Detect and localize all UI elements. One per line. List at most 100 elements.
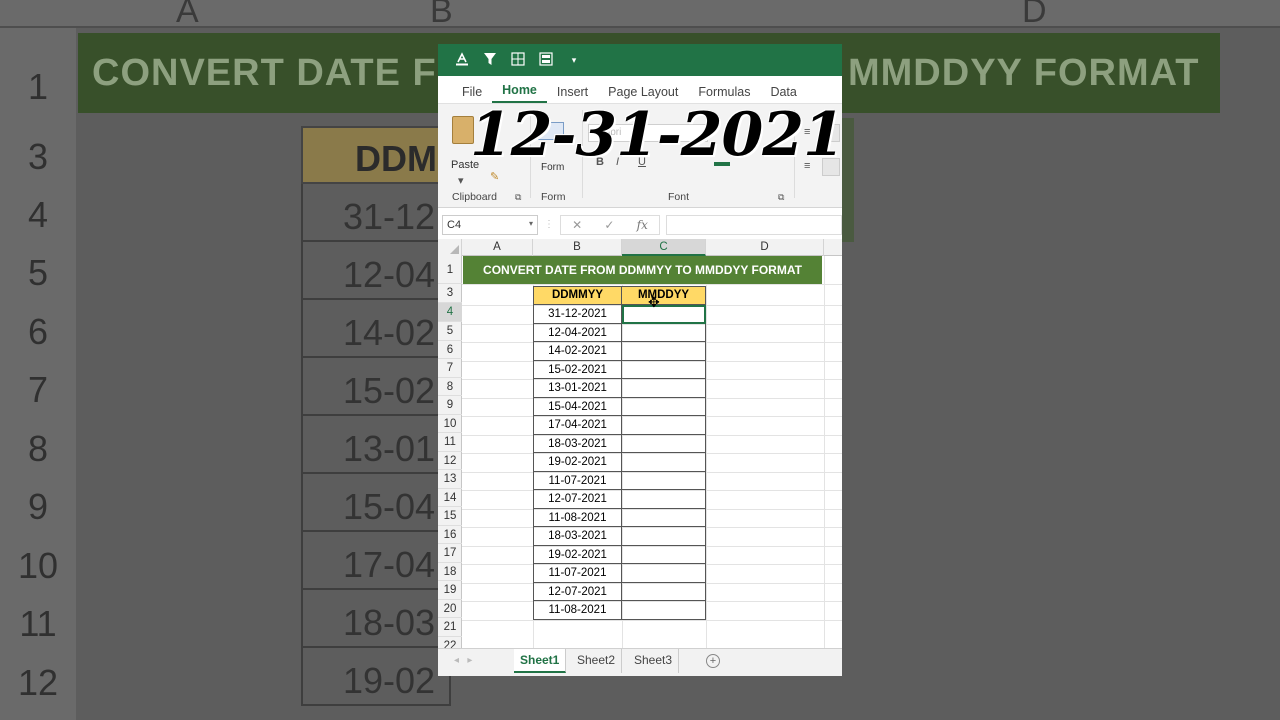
- format-painter-icon[interactable]: ✎: [490, 170, 499, 183]
- add-sheet-icon[interactable]: +: [706, 654, 720, 668]
- row-header[interactable]: 16: [438, 526, 462, 544]
- row-header[interactable]: 3: [438, 284, 462, 303]
- bg-cell: 14-02: [301, 300, 451, 358]
- bg-cell-text: 14-02: [343, 312, 436, 353]
- empty-cell-mmddyy[interactable]: [622, 453, 706, 472]
- date-cell-ddmmyy[interactable]: 19-02-2021: [533, 545, 622, 564]
- date-cell-ddmmyy[interactable]: 11-07-2021: [533, 564, 622, 583]
- date-cell-ddmmyy[interactable]: 11-08-2021: [533, 508, 622, 527]
- group-label-clipboard: Clipboard: [452, 191, 497, 203]
- row-header[interactable]: 15: [438, 507, 462, 526]
- filter-icon[interactable]: [482, 52, 498, 69]
- borders-icon[interactable]: [510, 51, 526, 69]
- bg-cell-text: 17-04: [343, 544, 436, 585]
- empty-cell-mmddyy[interactable]: [622, 379, 706, 398]
- column-header-d[interactable]: D: [706, 239, 824, 256]
- row-header[interactable]: 8: [438, 378, 462, 396]
- empty-cell-mmddyy[interactable]: [622, 601, 706, 620]
- text-color-icon[interactable]: [454, 51, 470, 69]
- empty-cell-mmddyy[interactable]: [622, 545, 706, 564]
- bg-cell-text: 15-02: [343, 370, 436, 411]
- header-cell-mmddyy[interactable]: MMDDYY: [621, 286, 706, 305]
- bg-cell: 13-01: [301, 416, 451, 474]
- row-header[interactable]: 4: [438, 303, 462, 322]
- empty-cell-mmddyy[interactable]: [622, 471, 706, 490]
- row-header-bar: 1 3 4 5 6 7 8 9 10 11 12 13 14 15 16 17 …: [438, 256, 462, 652]
- sheet-title-cell[interactable]: CONVERT DATE FROM DDMMYY TO MMDDYY FORMA…: [463, 256, 822, 284]
- date-cell-ddmmyy[interactable]: 12-07-2021: [533, 582, 622, 601]
- bg-cell: 19-02: [301, 648, 451, 706]
- date-cell-ddmmyy[interactable]: 11-08-2021: [533, 601, 622, 620]
- name-box[interactable]: C4 ▾: [442, 214, 538, 235]
- bg-title-text-left: CONVERT DATE F: [92, 52, 437, 94]
- column-header-a[interactable]: A: [462, 239, 533, 256]
- name-box-value: C4: [447, 218, 462, 231]
- empty-cell-mmddyy[interactable]: [622, 416, 706, 435]
- enter-icon[interactable]: ✓: [604, 218, 614, 232]
- empty-cell-mmddyy[interactable]: [622, 490, 706, 509]
- row-header[interactable]: 19: [438, 581, 462, 600]
- empty-cell-mmddyy[interactable]: [622, 527, 706, 546]
- row-header[interactable]: 1: [438, 256, 462, 284]
- bg-cell-text: 12-04: [343, 254, 436, 295]
- date-cell-ddmmyy[interactable]: 19-02-2021: [533, 453, 622, 472]
- row-header[interactable]: 13: [438, 470, 462, 489]
- date-cell-ddmmyy[interactable]: 17-04-2021: [533, 416, 622, 435]
- bg-cell-text: 19-02: [343, 660, 436, 701]
- clipboard-launcher-icon[interactable]: ⧉: [515, 192, 521, 203]
- bg-row-number: 11: [19, 603, 57, 644]
- empty-cell-mmddyy[interactable]: [622, 323, 706, 342]
- name-box-dropdown-icon[interactable]: ▾: [529, 219, 533, 228]
- bg-cell: 15-02: [301, 358, 451, 416]
- row-header[interactable]: 12: [438, 452, 462, 470]
- sheet-tab-sheet1[interactable]: Sheet1: [514, 649, 567, 673]
- sheet-tab-sheet3[interactable]: Sheet3: [628, 649, 680, 673]
- column-header-c[interactable]: C: [622, 239, 706, 256]
- row-header[interactable]: 14: [438, 489, 462, 507]
- date-cell-ddmmyy[interactable]: 13-01-2021: [533, 379, 622, 398]
- bg-row-number: 10: [17, 545, 59, 586]
- row-header[interactable]: 17: [438, 544, 462, 563]
- header-cell-ddmmyy[interactable]: DDMMYY: [533, 286, 622, 305]
- row-header[interactable]: 6: [438, 341, 462, 359]
- bg-row-number: 4: [27, 194, 49, 235]
- date-cell-ddmmyy[interactable]: 15-02-2021: [533, 360, 622, 379]
- date-cell-ddmmyy[interactable]: 15-04-2021: [533, 397, 622, 416]
- empty-cell-mmddyy[interactable]: [622, 508, 706, 527]
- qat-dropdown-icon[interactable]: ▾: [566, 55, 582, 66]
- date-cell-ddmmyy[interactable]: 12-07-2021: [533, 490, 622, 509]
- row-header[interactable]: 18: [438, 563, 462, 581]
- sheet-tab-sheet2[interactable]: Sheet2: [571, 649, 623, 673]
- sheet-nav-arrows-icon[interactable]: ◂ ▸: [454, 655, 472, 666]
- empty-cell-mmddyy[interactable]: [622, 564, 706, 583]
- bg-row-number: 6: [27, 311, 49, 352]
- row-header[interactable]: 11: [438, 433, 462, 452]
- insert-function-icon[interactable]: fx: [637, 218, 648, 232]
- row-header[interactable]: 20: [438, 600, 462, 618]
- column-header-b[interactable]: B: [533, 239, 622, 256]
- row-header[interactable]: 7: [438, 359, 462, 378]
- empty-cell-mmddyy[interactable]: [622, 582, 706, 601]
- empty-cell-mmddyy[interactable]: [622, 342, 706, 361]
- date-cell-ddmmyy[interactable]: 18-03-2021: [533, 527, 622, 546]
- paste-dropdown-icon[interactable]: ▾: [458, 174, 464, 187]
- select-all-button[interactable]: [438, 239, 462, 256]
- date-cell-ddmmyy[interactable]: 14-02-2021: [533, 342, 622, 361]
- date-cell-ddmmyy[interactable]: 12-04-2021: [533, 323, 622, 342]
- empty-cell-mmddyy[interactable]: [622, 360, 706, 379]
- row-header[interactable]: 9: [438, 396, 462, 415]
- font-launcher-icon[interactable]: ⧉: [778, 192, 784, 203]
- formula-bar-buttons: ✕ ✓ fx: [560, 214, 660, 235]
- formula-input[interactable]: [666, 214, 842, 235]
- date-cell-ddmmyy[interactable]: 11-07-2021: [533, 471, 622, 490]
- empty-cell-mmddyy[interactable]: [622, 434, 706, 453]
- active-cell-c4[interactable]: [622, 305, 706, 324]
- row-header[interactable]: 21: [438, 618, 462, 637]
- empty-cell-mmddyy[interactable]: [622, 397, 706, 416]
- date-cell-ddmmyy[interactable]: 18-03-2021: [533, 434, 622, 453]
- cancel-icon[interactable]: ✕: [572, 218, 582, 232]
- row-header[interactable]: 5: [438, 322, 462, 341]
- freeze-panes-icon[interactable]: [538, 51, 554, 69]
- row-header[interactable]: 10: [438, 415, 462, 433]
- date-cell-ddmmyy[interactable]: 31-12-2021: [533, 305, 622, 324]
